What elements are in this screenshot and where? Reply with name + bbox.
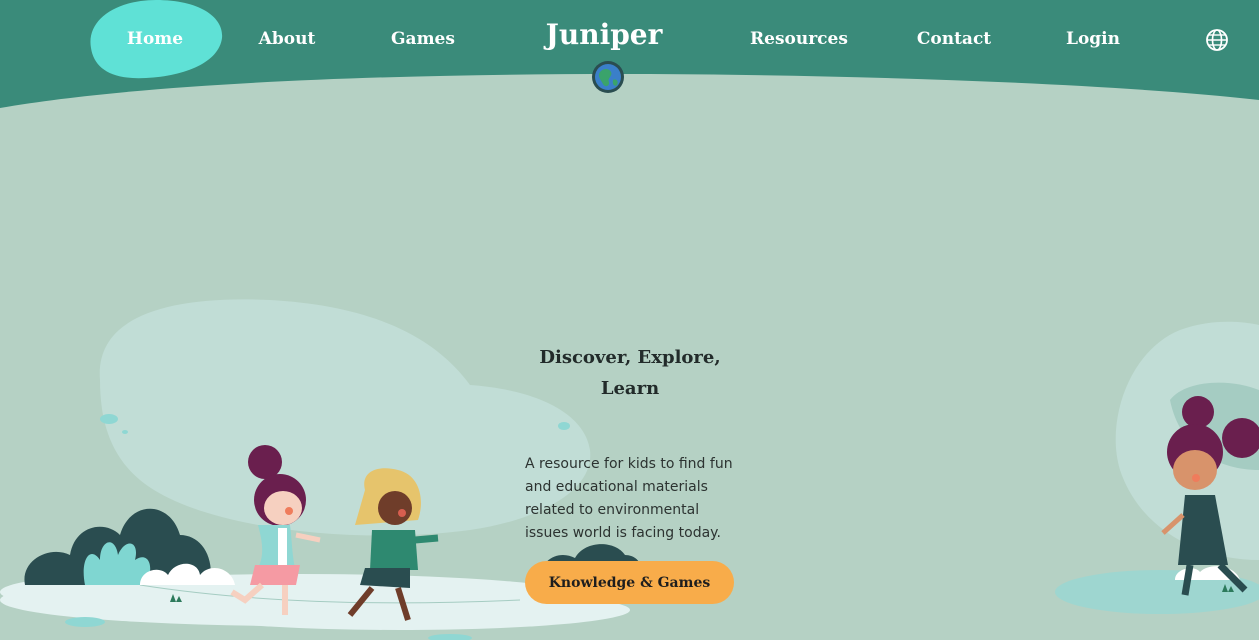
nav-resources[interactable]: Resources [750,26,848,52]
nav-about[interactable]: About [252,26,322,52]
nav-games[interactable]: Games [388,26,458,52]
ground-dot [65,617,105,627]
nav-home[interactable]: Home [120,26,190,52]
nav-contact[interactable]: Contact [914,26,994,52]
hero-description: A resource for kids to find fun and educ… [525,456,733,541]
dot-decoration [100,414,118,424]
nav-login[interactable]: Login [1058,26,1128,52]
knowledge-games-button[interactable]: Knowledge & Games [525,561,734,604]
background-cloud-left [99,299,591,536]
globe-language-icon[interactable] [1204,27,1230,53]
hero-title-line1: Discover, Explore, [539,347,721,368]
hero-title-line2: Learn [600,378,660,399]
dot-decoration [122,430,128,434]
ground-dot [428,634,472,640]
brand-title[interactable]: Juniper [540,18,668,51]
hero-title: Discover, Explore, Learn [520,342,740,404]
earth-globe-icon[interactable] [591,60,625,94]
dot-decoration [558,422,570,430]
